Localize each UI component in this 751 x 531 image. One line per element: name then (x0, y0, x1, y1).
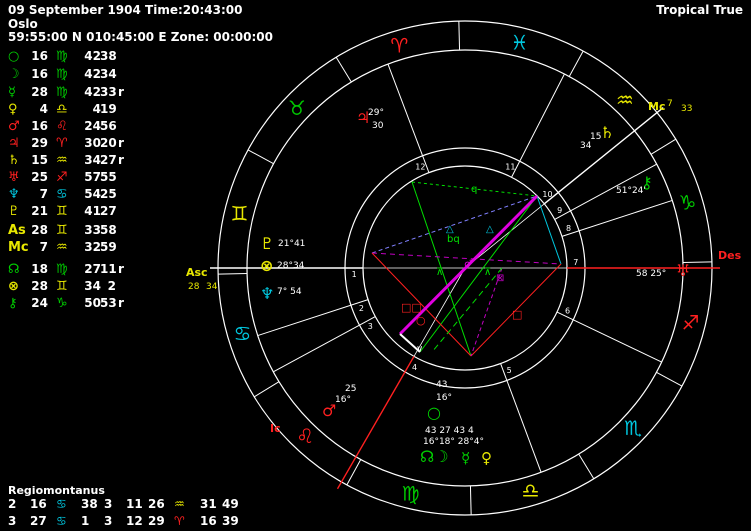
saturn-glyph: ♄ (600, 123, 614, 142)
house-number: 7 (573, 258, 578, 267)
moon-node-glyphs: ☊☽ (420, 447, 449, 466)
aspect-symbol: ⊼ (484, 267, 491, 278)
house-number: 12 (415, 162, 425, 171)
zodiac-sign-glyph: ♌ (296, 424, 314, 448)
sign-divider (253, 381, 280, 398)
house-number: 4 (412, 363, 417, 372)
ascendant-minute: 34 (206, 282, 218, 292)
node-minute: 16° (436, 393, 452, 403)
sun-moon-positions: 43 27 43 4 (425, 426, 474, 436)
zodiac-sign-glyph: ♋ (234, 322, 252, 346)
aspect-symbol: ⊼ (436, 267, 443, 278)
wheel-planets: ♃ 29° 30 ♄ 15 34 ⚷ 51°24' ♅ 58 25° ♇ 21°… (260, 108, 690, 467)
chart-wheel: ♈ ♓♒♑♐♏♎♍♌♋♊♉ 1234 56789101112 q △ △ bq ⊼ … (186, 20, 742, 516)
mars-minute: 25 (345, 384, 356, 394)
uranus-glyph: ♅ (676, 261, 690, 280)
sun-glyph: ○ (427, 403, 441, 422)
aspect-symbol: ∨ (416, 344, 423, 355)
mars-degree: 16° (335, 395, 351, 405)
chiron-position: 51°24' (616, 186, 646, 196)
aspect-symbol: q (471, 184, 477, 195)
mc-degree: 7 (667, 99, 673, 109)
sign-divider (335, 56, 352, 83)
zodiac-sign-glyph: ♎ (522, 479, 540, 503)
aspect-line (431, 267, 503, 353)
ascendant-label: Asc (186, 266, 208, 279)
house-number: 8 (566, 224, 571, 233)
zodiac-sign-glyph: ♈ (390, 33, 408, 57)
jupiter-degree: 29° (368, 108, 384, 118)
house-number: 2 (359, 304, 364, 313)
ascendant-degree: 28 (188, 282, 200, 292)
sign-divider (578, 453, 595, 480)
house-cusp-line (257, 299, 369, 337)
saturn-minute: 34 (580, 141, 592, 151)
zodiac-sign-glyph: ♐ (682, 310, 700, 334)
aspect-symbol: □□ (401, 301, 422, 314)
house-cusp-line (561, 199, 673, 237)
part-of-fortune-glyph: ⊗ (260, 256, 273, 275)
sign-divider (346, 459, 362, 486)
pluto-position: 21°41 (278, 239, 305, 249)
house-number: 6 (565, 307, 570, 316)
house-cusp-line (273, 316, 376, 373)
house-number: 11 (505, 163, 515, 172)
zodiac-sign-glyph: ♓ (510, 30, 528, 54)
aspect-symbol: □ (512, 308, 522, 321)
sign-divider (568, 50, 584, 77)
sign-divider (469, 485, 472, 515)
aspect-symbol: bq (447, 234, 460, 245)
house-number: 1 (352, 270, 357, 279)
sun-moon-degrees: 16°18° 28°4° (423, 437, 484, 447)
sign-divider (656, 371, 683, 387)
zodiac-sign-glyph: ♊ (231, 202, 249, 226)
ic-label: Ic (270, 422, 281, 435)
house-cusp-line (556, 311, 662, 363)
zodiac-sign-glyph: ♉ (288, 96, 306, 120)
house-number: 5 (507, 366, 512, 375)
jupiter-minute: 30 (372, 121, 384, 131)
aspect-symbol: ⊠ (496, 273, 504, 284)
pluto-glyph: ♇ (260, 234, 274, 253)
descendant-label: Des (718, 249, 742, 262)
house-cusp-line (511, 73, 565, 178)
mc-minute: 33 (681, 104, 692, 114)
venus-glyph: ♀ (481, 449, 492, 467)
zodiac-sign-glyph: ♏ (624, 416, 642, 440)
part-of-fortune-position: 28°34 (277, 261, 305, 271)
sign-divider (247, 149, 274, 165)
saturn-degree: 15 (590, 132, 601, 142)
zodiac-sign-glyph: ♑ (679, 190, 697, 214)
aspect-lines: q △ △ bq ⊼ ⊼ ⊠ □□ □ ○ ∨ ♂ (371, 181, 562, 357)
mc-label: Mc (648, 100, 665, 113)
house-cusp-line (387, 63, 430, 173)
aspect-symbol: ♂ (464, 259, 473, 270)
house-number: 3 (368, 322, 373, 331)
mercury-glyph: ☿ (461, 449, 470, 467)
zodiac-sign-glyph: ♒ (616, 88, 634, 112)
neptune-glyph: ♆ (260, 284, 274, 303)
node-degree: 43 (436, 380, 447, 390)
zodiac-sign-glyph: ♍ (402, 482, 420, 506)
uranus-position: 58 25° (636, 269, 666, 279)
sign-divider (458, 21, 461, 51)
sign-divider (650, 138, 677, 155)
aspect-symbol: △ (486, 224, 494, 235)
aspect-symbol: ○ (416, 314, 426, 327)
house-number: 9 (557, 206, 562, 215)
house-number: 10 (542, 190, 552, 199)
sign-divider (218, 272, 248, 275)
neptune-position: 7° 54 (277, 287, 302, 297)
house-cusp-line (500, 363, 542, 473)
house-cusp-line (336, 355, 415, 490)
